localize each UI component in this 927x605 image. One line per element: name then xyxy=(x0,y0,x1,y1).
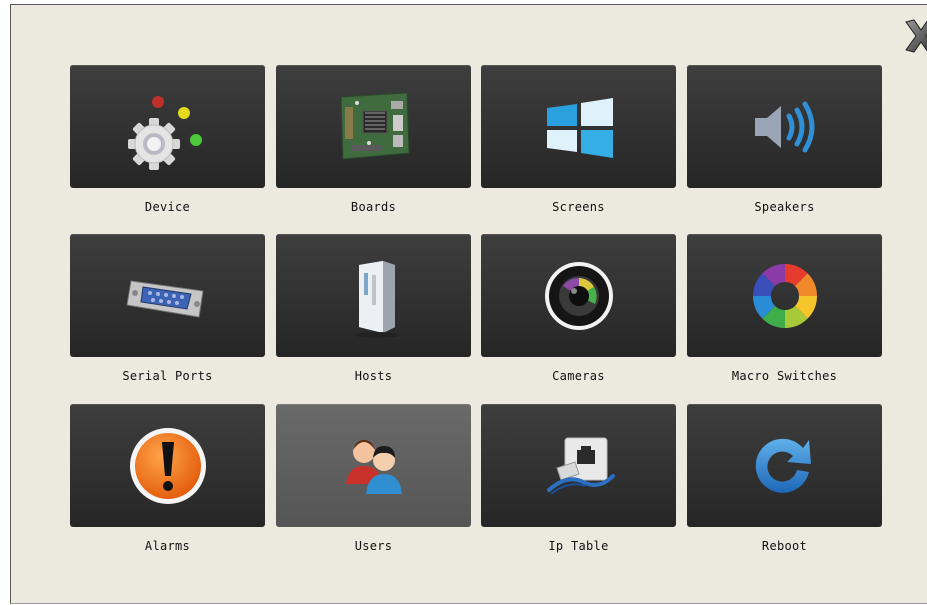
camera-lens-icon xyxy=(544,261,613,330)
ip-table-tile[interactable] xyxy=(481,404,676,527)
boards-label: Boards xyxy=(350,200,397,214)
alarms-tile[interactable] xyxy=(70,404,265,527)
ip-table-label: Ip Table xyxy=(548,539,609,553)
macro-switches-label: Macro Switches xyxy=(731,369,838,383)
serial-ports-label: Serial Ports xyxy=(122,369,213,383)
device-tile[interactable] xyxy=(70,65,265,188)
close-icon[interactable] xyxy=(904,18,927,54)
speakers-tile[interactable] xyxy=(687,65,882,188)
alarm-exclamation-icon xyxy=(129,427,206,504)
hosts-label: Hosts xyxy=(354,369,393,383)
server-tower-icon xyxy=(354,260,399,338)
alarms-label: Alarms xyxy=(144,539,191,553)
network-port-icon xyxy=(546,437,615,495)
reboot-label: Reboot xyxy=(761,539,808,553)
speakers-label: Speakers xyxy=(754,200,815,214)
circuit-board-icon xyxy=(339,91,410,160)
users-label: Users xyxy=(354,539,393,553)
users-tile[interactable] xyxy=(276,404,471,527)
device-label: Device xyxy=(144,200,191,214)
reboot-tile[interactable] xyxy=(687,404,882,527)
screens-windows-icon xyxy=(546,97,613,158)
cameras-tile[interactable] xyxy=(481,234,676,357)
serial-port-icon xyxy=(125,279,204,318)
hosts-tile[interactable] xyxy=(276,234,471,357)
gear-leds-icon xyxy=(127,95,202,170)
boards-tile[interactable] xyxy=(276,65,471,188)
serial-ports-tile[interactable] xyxy=(70,234,265,357)
screens-label: Screens xyxy=(552,200,605,214)
speaker-icon xyxy=(754,101,814,152)
users-icon xyxy=(345,439,402,494)
color-wheel-icon xyxy=(752,263,817,328)
settings-panel: Device Boards Screens Speakers Serial Po… xyxy=(10,4,927,604)
cameras-label: Cameras xyxy=(552,369,605,383)
macro-switches-tile[interactable] xyxy=(687,234,882,357)
reboot-arrow-icon xyxy=(755,438,811,493)
screens-tile[interactable] xyxy=(481,65,676,188)
